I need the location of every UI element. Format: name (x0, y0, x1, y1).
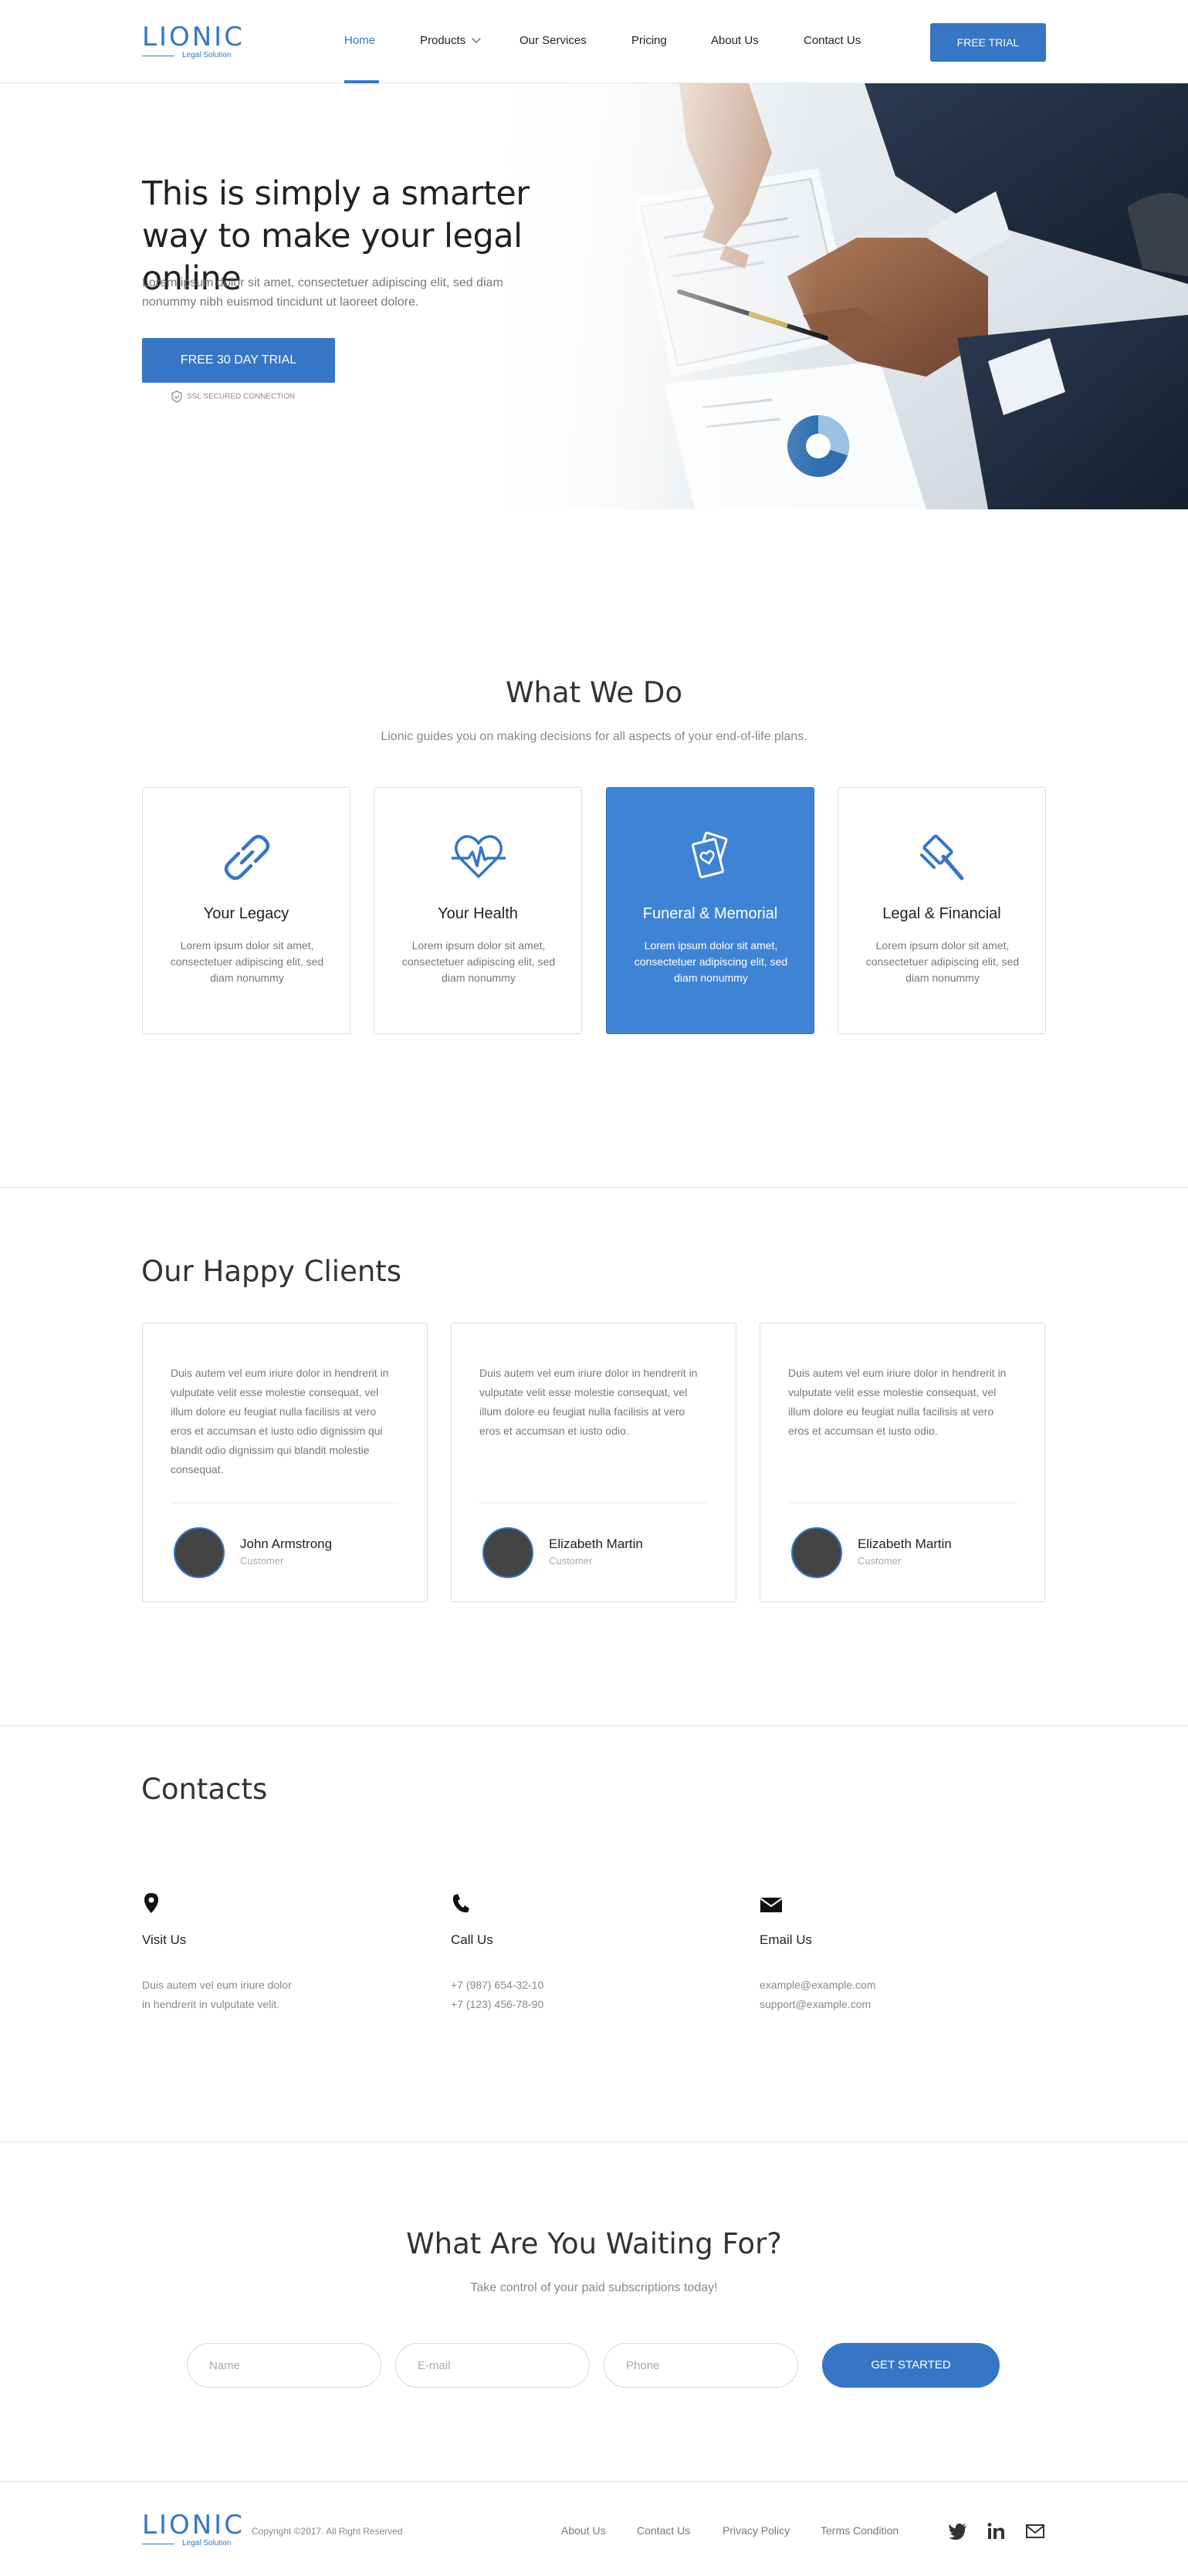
card-text: Lorem ipsum dolor sit amet, consectetuer… (634, 939, 788, 984)
site-header: LIONIC Legal Solution Home Products Our … (0, 0, 1188, 83)
ssl-text: SSL SECURED CONNECTION (187, 392, 296, 401)
chevron-down-icon (472, 34, 481, 43)
visit-address-line: in hendrerit in vulputate velit. (142, 1998, 280, 2010)
email-field[interactable] (395, 2343, 590, 2388)
call-us-title: Call Us (451, 1932, 493, 1947)
avatar (174, 1527, 225, 1578)
hero-description: Lorem ipsum dolor sit amet, consectetuer… (142, 276, 503, 309)
service-card-funeral-memorial[interactable]: Funeral & Memorial Lorem ipsum dolor sit… (606, 787, 814, 1034)
client-name: John Armstrong (240, 1536, 333, 1551)
services-subtitle: Lionic guides you on making decisions fo… (381, 730, 807, 743)
card-title: Your Health (438, 905, 518, 922)
footer-link-contact-us[interactable]: Contact Us (637, 2524, 690, 2537)
mail-icon[interactable] (1025, 2521, 1045, 2541)
email-address[interactable]: support@example.com (760, 1998, 871, 2010)
free-trial-button[interactable]: FREE TRIAL (930, 23, 1046, 62)
services-title: What We Do (505, 676, 683, 709)
footer-link-about-us[interactable]: About Us (561, 2524, 606, 2537)
avatar (791, 1527, 842, 1578)
email-us-title: Email Us (760, 1932, 813, 1947)
footer-link-privacy-policy[interactable]: Privacy Policy (723, 2524, 790, 2537)
phone-number[interactable]: +7 (123) 456-78-90 (451, 1998, 543, 2010)
envelope-icon (760, 1898, 783, 1912)
footer-divider (0, 2481, 1188, 2482)
cta-subtitle: Take control of your paid subscriptions … (470, 2281, 718, 2294)
visit-us-title: Visit Us (142, 1932, 187, 1947)
nav-products[interactable]: Products (420, 34, 481, 47)
heartbeat-icon (452, 835, 506, 878)
client-name: Elizabeth Martin (549, 1536, 643, 1551)
get-started-button[interactable]: GET STARTED (822, 2343, 1000, 2388)
service-card-legacy[interactable]: Your Legacy Lorem ipsum dolor sit amet, … (142, 787, 350, 1034)
brand-name: LIONIC (142, 22, 245, 52)
cta-title: What Are You Waiting For? (406, 2227, 782, 2260)
brand-logo[interactable]: LIONIC Legal Solution (142, 22, 245, 59)
testimonial-quote: Duis autem vel eum iriure dolor in hendr… (171, 1367, 389, 1476)
email-address[interactable]: example@example.com (760, 1979, 875, 1991)
footer-logo[interactable]: LIONIC Legal Solution (142, 2510, 245, 2547)
nav-our-services[interactable]: Our Services (520, 34, 587, 47)
nav-pricing[interactable]: Pricing (631, 34, 667, 47)
gavel-icon (920, 834, 964, 881)
card-text: Lorem ipsum dolor sit amet, consectetuer… (170, 939, 324, 984)
linkedin-icon[interactable] (987, 2521, 1007, 2541)
testimonial-quote: Duis autem vel eum iriure dolor in hendr… (788, 1367, 1007, 1437)
nav-about-us[interactable]: About Us (711, 34, 759, 47)
footer-brand-name: LIONIC (142, 2510, 245, 2541)
avatar (482, 1527, 533, 1578)
clients-title: Our Happy Clients (141, 1255, 402, 1288)
service-card-legal-financial[interactable]: Legal & Financial Lorem ipsum dolor sit … (838, 787, 1046, 1034)
nav-contact-us[interactable]: Contact Us (804, 34, 861, 47)
card-title: Funeral & Memorial (642, 905, 778, 922)
testimonial-card: Duis autem vel eum iriure dolor in hendr… (451, 1323, 736, 1602)
testimonial-card: Duis autem vel eum iriure dolor in hendr… (760, 1323, 1045, 1602)
nav-products-label: Products (420, 34, 466, 47)
client-role: Customer (240, 1555, 284, 1567)
section-divider (0, 1187, 1188, 1188)
testimonial-card: Duis autem vel eum iriure dolor in hendr… (142, 1323, 428, 1602)
card-text: Lorem ipsum dolor sit amet, consectetuer… (401, 939, 556, 984)
card-title: Your Legacy (203, 905, 289, 922)
client-role: Customer (858, 1555, 902, 1567)
ssl-badge: SSL SECURED CONNECTION (171, 390, 295, 403)
brand-tagline: Legal Solution (182, 51, 232, 59)
shield-icon (171, 390, 182, 403)
phone-icon (452, 1894, 469, 1913)
map-pin-icon (144, 1893, 158, 1913)
card-title: Legal & Financial (882, 905, 1001, 922)
service-card-health[interactable]: Your Health Lorem ipsum dolor sit amet, … (374, 787, 582, 1034)
nav-home[interactable]: Home (344, 34, 375, 47)
client-name: Elizabeth Martin (858, 1536, 952, 1551)
card-text: Lorem ipsum dolor sit amet, consectetuer… (865, 939, 1020, 984)
hero-section: This is simply a smarter way to make you… (0, 83, 1188, 509)
visit-address-line: Duis autem vel eum iriure dolor (142, 1979, 292, 1991)
free-30-day-trial-button[interactable]: FREE 30 DAY TRIAL (142, 338, 335, 383)
footer-brand-tagline: Legal Solution (182, 2539, 232, 2547)
phone-number[interactable]: +7 (987) 654-32-10 (451, 1979, 543, 1991)
client-role: Customer (549, 1555, 593, 1567)
phone-field[interactable] (604, 2343, 798, 2388)
copyright-text: Copyright ©2017. All Right Reserved (252, 2526, 403, 2537)
footer-link-terms-condition[interactable]: Terms Condition (821, 2524, 899, 2537)
photo-cards-icon (692, 831, 728, 879)
infinity-icon (224, 834, 270, 881)
name-field[interactable] (187, 2343, 381, 2388)
twitter-icon[interactable] (948, 2521, 968, 2541)
testimonial-quote: Duis autem vel eum iriure dolor in hendr… (479, 1367, 698, 1437)
contacts-title: Contacts (141, 1773, 268, 1806)
